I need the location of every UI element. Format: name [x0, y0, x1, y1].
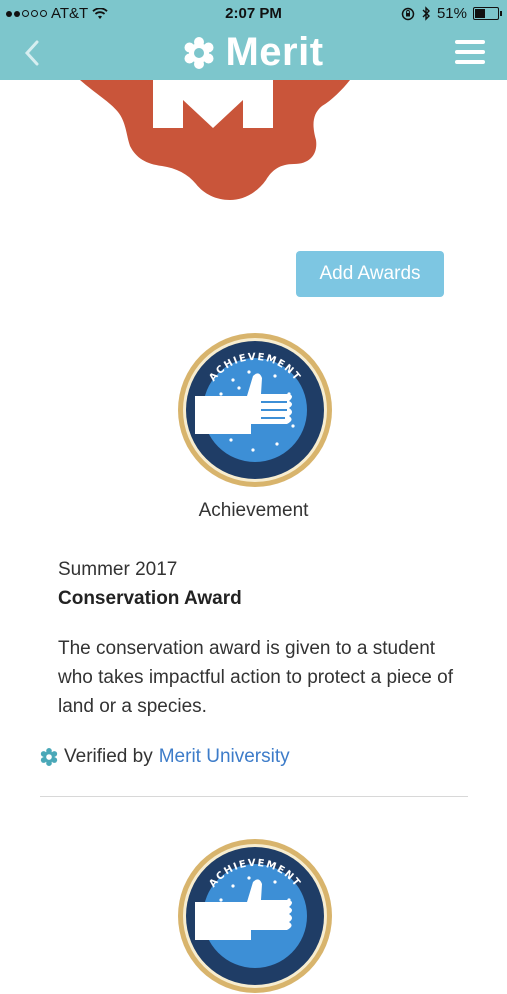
menu-button[interactable]: [455, 40, 485, 64]
battery-icon: [473, 7, 502, 20]
verified-org-link[interactable]: Merit University: [159, 746, 290, 768]
verified-by: Verified by Merit University: [40, 746, 290, 768]
add-awards-button[interactable]: Add Awards: [296, 251, 444, 297]
hamburger-line: [455, 50, 485, 54]
award-title: Conservation Award: [58, 588, 242, 609]
status-bar: AT&T 2:07 PM 51%: [0, 0, 507, 28]
verified-prefix: Verified by: [64, 746, 153, 767]
hamburger-line: [455, 60, 485, 64]
bluetooth-icon: [422, 6, 430, 21]
nav-bar: Merit: [0, 28, 507, 80]
battery-percent: 51%: [436, 5, 467, 22]
hamburger-line: [455, 40, 485, 44]
merit-verified-icon: [40, 748, 58, 766]
award-term: Summer 2017: [58, 559, 178, 580]
status-right: 51%: [401, 5, 502, 22]
achievement-badge-icon: ACHIEVEMENT: [178, 333, 332, 487]
divider: [40, 796, 468, 797]
brand: Merit: [0, 30, 507, 75]
award-description: The conservation award is given to a stu…: [58, 638, 453, 717]
nav-title: Merit: [225, 30, 324, 74]
achievement-badge-icon: ACHIEVEMENT: [178, 839, 332, 993]
logo-letter-m: [153, 80, 273, 128]
badge-name: Achievement: [198, 500, 309, 521]
organization-logo: [80, 80, 350, 200]
merit-logo-icon: [184, 36, 214, 69]
orientation-lock-icon: [401, 7, 415, 20]
